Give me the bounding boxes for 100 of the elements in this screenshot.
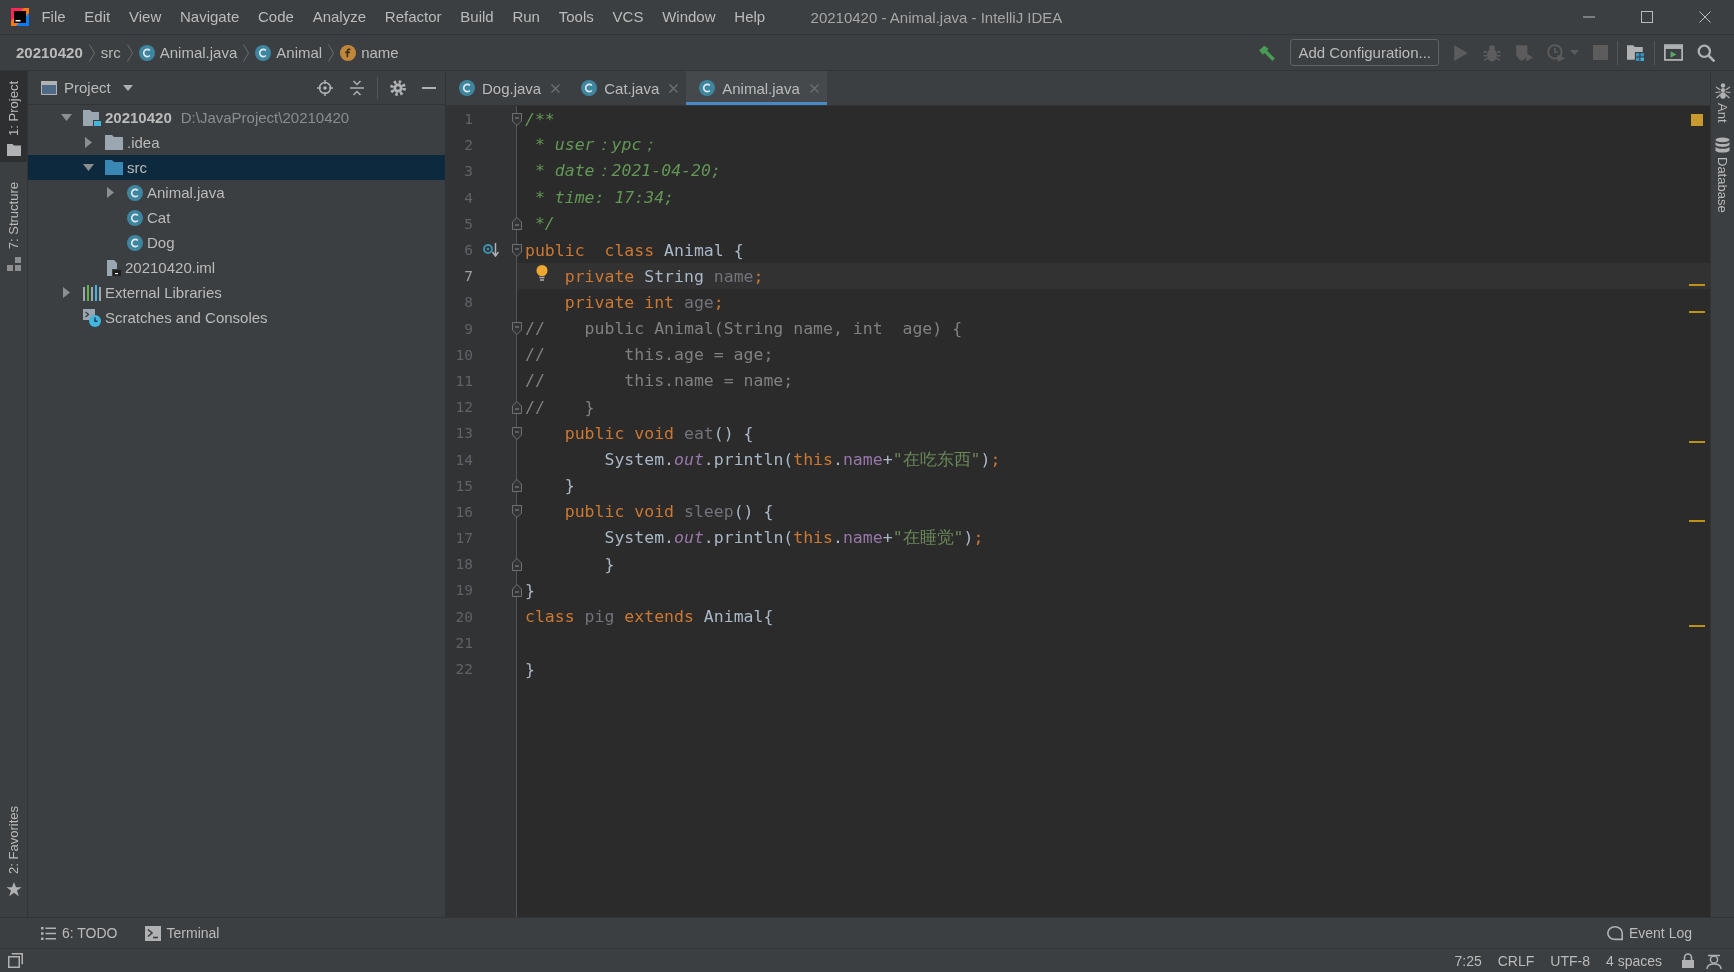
tree-item[interactable]: Cat (28, 205, 445, 230)
code-line: } (525, 580, 535, 600)
menu-item[interactable]: Edit (74, 5, 120, 29)
menu-item[interactable]: VCS (603, 5, 653, 29)
code-line: * user：ypc； (534, 134, 659, 157)
breadcrumb-item[interactable]: Animal (255, 42, 323, 63)
terminal-icon (144, 925, 161, 941)
fold-marker-icon[interactable] (511, 557, 522, 571)
menu-item[interactable]: Analyze (303, 5, 376, 29)
window-icon (41, 80, 57, 95)
lightbulb-icon[interactable] (536, 264, 548, 281)
status-widget[interactable]: 7:25 (1446, 952, 1490, 969)
fold-marker-icon[interactable] (511, 243, 522, 257)
tree-item[interactable]: Scratches and Consoles (28, 305, 445, 330)
maximize-icon[interactable] (1641, 11, 1653, 23)
f-circle-icon (340, 44, 357, 61)
fold-marker-icon[interactable] (511, 505, 522, 519)
menu-item[interactable]: Navigate (170, 5, 249, 29)
menu-item[interactable]: Build (450, 5, 504, 29)
fold-marker-icon[interactable] (511, 426, 522, 440)
code-line: // public Animal(String name, int age) { (525, 319, 963, 339)
status-widget[interactable]: 4 spaces (1597, 952, 1670, 969)
prompt-clock-icon (83, 308, 101, 327)
window-play-icon[interactable] (1664, 44, 1683, 61)
tool-window-button[interactable]: Ant (1714, 83, 1731, 123)
star-icon (5, 882, 22, 897)
menu-item[interactable]: Refactor (375, 5, 451, 29)
tool-window-button[interactable]: Terminal (144, 925, 220, 941)
file-icon (105, 259, 121, 276)
tool-window-button[interactable]: Database (1715, 136, 1730, 213)
warning-stripe-mark[interactable] (1689, 441, 1705, 444)
tool-window-button[interactable]: 7: Structure (0, 171, 27, 278)
breadcrumb-item[interactable]: src (100, 42, 121, 63)
caret-right-icon[interactable] (62, 287, 70, 298)
breadcrumb-item[interactable]: 20210420 (16, 42, 83, 63)
window-toggle-icon[interactable] (8, 953, 23, 968)
line-number: 7 (463, 268, 473, 285)
folder-grid-icon[interactable] (1627, 44, 1645, 61)
menu-item[interactable]: View (119, 5, 171, 29)
code-line: class pig extends Animal{ (525, 607, 774, 627)
view-dropdown[interactable]: Project (64, 79, 133, 96)
status-widget[interactable]: CRLF (1489, 952, 1543, 969)
search-icon[interactable] (1697, 43, 1715, 62)
code-line: System.out.println(this.name+"在睡觉"); (604, 527, 984, 550)
window-title: 20210420 - Animal.java - IntelliJ IDEA (810, 8, 1063, 26)
folder-icon (105, 135, 123, 150)
code-line: // this.name = name; (525, 371, 794, 391)
fold-marker-icon[interactable] (511, 400, 522, 414)
menu-item[interactable]: Window (652, 5, 725, 29)
tree-item[interactable]: Dog (28, 230, 445, 255)
list-icon (41, 926, 56, 940)
editor-tab[interactable]: Animal.java (686, 71, 827, 105)
tool-window-button[interactable]: 1: Project (0, 71, 27, 162)
crosshair-icon[interactable] (317, 79, 333, 96)
breadcrumb-item[interactable]: Animal.java (138, 42, 238, 63)
tree-item[interactable]: Animal.java (28, 180, 445, 205)
caret-right-icon[interactable] (106, 187, 114, 198)
warning-stripe-mark[interactable] (1689, 310, 1705, 313)
minimize-icon[interactable] (422, 86, 436, 89)
fold-marker-icon[interactable] (511, 583, 522, 597)
tree-item[interactable]: 20210420.iml (28, 255, 445, 280)
editor-tab[interactable]: Dog.java (446, 71, 569, 105)
run-configuration-button[interactable]: Add Configuration... (1290, 39, 1439, 66)
chevron-icon (328, 43, 335, 62)
status-widget[interactable]: UTF-8 (1542, 952, 1598, 969)
code-line: // } (525, 397, 595, 417)
tree-item[interactable]: src (28, 155, 445, 180)
event-log-button[interactable]: Event Log (1606, 925, 1692, 941)
warning-stripe-mark[interactable] (1689, 284, 1705, 287)
collapse-arrows-icon[interactable] (349, 79, 365, 96)
gear-icon[interactable] (390, 79, 406, 96)
fold-marker-icon[interactable] (511, 479, 522, 493)
menu-item[interactable]: Help (724, 5, 775, 29)
menu-item[interactable]: Run (503, 5, 550, 29)
tree-item[interactable]: External Libraries (28, 280, 445, 305)
menu-item[interactable]: File (32, 5, 75, 29)
menu-item[interactable]: Tools (549, 5, 604, 29)
blocks-icon (6, 257, 21, 272)
caret-down-icon[interactable] (82, 164, 94, 171)
warning-stripe-mark[interactable] (1689, 624, 1705, 627)
editor-tab[interactable]: Cat.java (568, 71, 687, 105)
menu-item[interactable]: Code (248, 5, 304, 29)
caret-down-icon[interactable] (60, 114, 72, 121)
tree-item[interactable]: 20210420 D:\JavaProject\20210420 (28, 105, 445, 130)
hammer-icon[interactable] (1258, 43, 1277, 62)
ring-down-arrow-icon[interactable] (483, 243, 499, 258)
breadcrumb-item[interactable]: name (340, 42, 399, 63)
tool-window-button[interactable]: 2: Favorites (0, 796, 27, 903)
fold-marker-icon[interactable] (511, 112, 522, 126)
code-line: } (604, 554, 615, 574)
fold-marker-icon[interactable] (511, 322, 522, 336)
tool-window-button[interactable]: 6: TODO (41, 925, 118, 941)
fold-marker-icon[interactable] (511, 217, 522, 231)
code-line: public void eat() { (564, 423, 754, 443)
close-icon[interactable] (1699, 11, 1711, 23)
person-icon[interactable] (1706, 952, 1722, 969)
caret-right-icon[interactable] (84, 137, 92, 148)
code-line: public void sleep() { (564, 502, 774, 522)
tree-item[interactable]: .idea (28, 130, 445, 155)
lock-icon[interactable] (1682, 953, 1694, 968)
